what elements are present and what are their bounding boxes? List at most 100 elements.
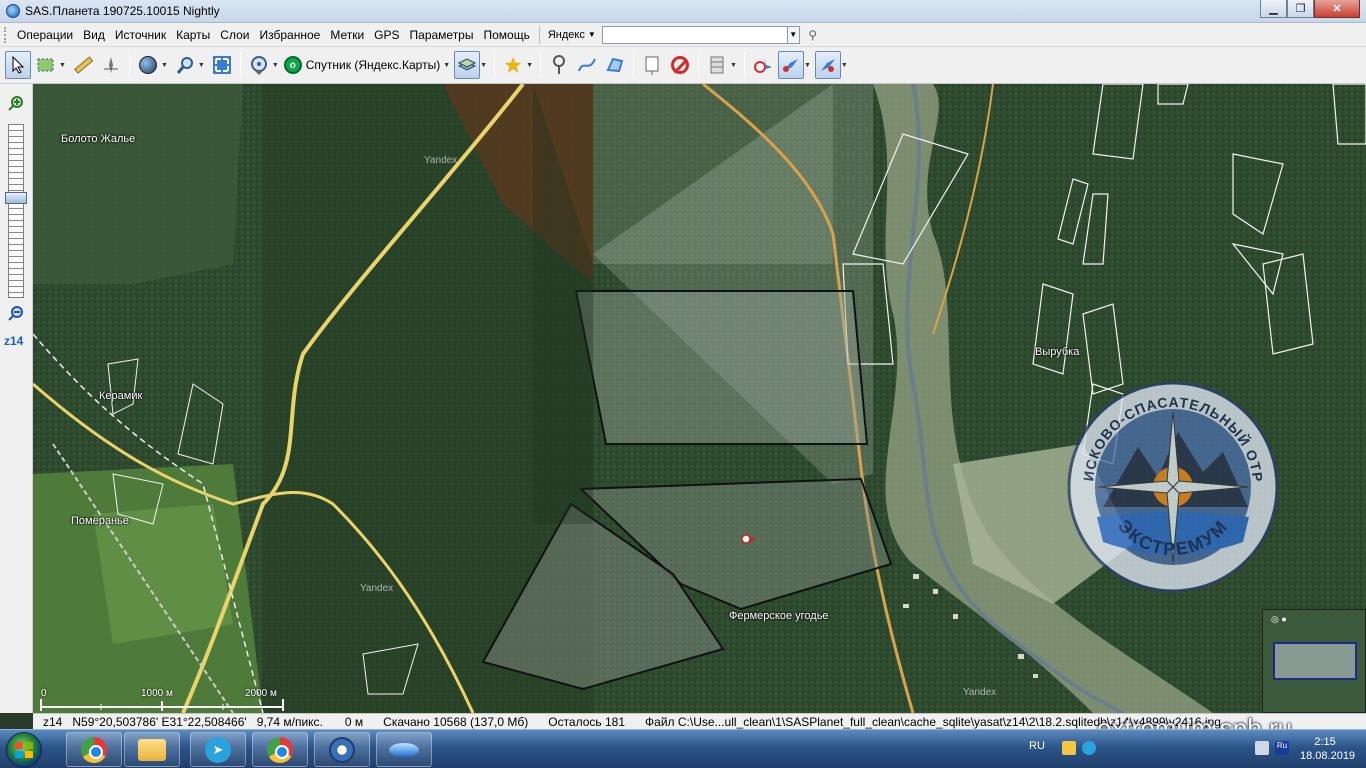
sasplanet-icon <box>329 736 355 763</box>
menu-operations[interactable]: Операции <box>12 24 78 46</box>
search-engine-select[interactable]: Яндекс ▼ <box>544 29 600 41</box>
toolbar-separator <box>239 52 241 78</box>
fullscreen-icon <box>212 56 231 74</box>
globe-button[interactable] <box>135 51 161 79</box>
fullscreen-button[interactable] <box>209 51 235 79</box>
map-type-label: Спутник (Яндекс.Карты) <box>305 58 441 72</box>
map-label-pomeranye: Померанье <box>71 515 129 527</box>
menu-favorites[interactable]: Избранное <box>254 24 325 46</box>
toolbar: ▼ ▼ ▼ ▼ o Спутник (Яндекс.Карты) ▼ ▼ ★ ▼ <box>0 47 1366 84</box>
toolbar-separator <box>698 52 700 78</box>
language-indicator[interactable]: RU <box>1029 740 1045 752</box>
ruler-icon <box>74 56 93 74</box>
grid-dropdown[interactable]: ▼ <box>730 62 737 69</box>
ruler-button[interactable] <box>70 51 96 79</box>
minimap-icons: ◎ ● <box>1271 614 1287 624</box>
satellite-layer-button[interactable] <box>777 51 804 79</box>
minimap[interactable]: ◎ ● <box>1262 609 1366 713</box>
search-input[interactable] <box>601 25 788 44</box>
minimize-button[interactable]: ▁ <box>1260 0 1287 18</box>
path-icon <box>578 58 596 72</box>
map-type-selector[interactable]: o Спутник (Яндекс.Карты) ▼ <box>283 56 453 74</box>
system-clock[interactable]: 2:15 18.08.2019 <box>1300 735 1356 763</box>
zoom-slider-track[interactable] <box>8 124 24 298</box>
sun-moon-button[interactable] <box>750 51 776 79</box>
zoom-out-button[interactable] <box>7 304 25 322</box>
no-entry-icon <box>671 56 690 74</box>
start-button[interactable] <box>6 732 42 768</box>
gps-dropdown[interactable]: ▼ <box>272 62 279 69</box>
window-controls: ▁ ❐ ✕ <box>1260 0 1360 18</box>
select-area-button[interactable] <box>33 51 59 79</box>
layers-button[interactable] <box>454 51 481 79</box>
zoom-tool-button[interactable] <box>172 51 198 79</box>
grid-button[interactable] <box>704 51 730 79</box>
placemark-list-button[interactable] <box>639 51 665 79</box>
layers-dropdown[interactable]: ▼ <box>480 62 487 69</box>
close-button[interactable]: ✕ <box>1314 0 1360 18</box>
minimap-viewport-frame[interactable] <box>1273 642 1357 680</box>
globe-dropdown[interactable]: ▼ <box>161 62 168 69</box>
satellite-layer-dropdown[interactable]: ▼ <box>804 62 811 69</box>
select-area-dropdown[interactable]: ▼ <box>59 62 66 69</box>
zoom-slider-thumb[interactable] <box>5 192 27 205</box>
placemarks-icon <box>645 56 659 75</box>
status-remaining: Осталось 181 <box>548 714 626 729</box>
tray-notification-icon[interactable] <box>1062 741 1076 755</box>
scale-label-zero: 0 <box>41 688 47 699</box>
taskbar-telegram[interactable]: ➤ <box>190 732 246 767</box>
search-area-polygon[interactable] <box>574 290 869 445</box>
taskbar-sasplanet[interactable] <box>314 732 370 767</box>
satellite-icon <box>782 59 798 72</box>
hide-placemarks-button[interactable] <box>667 51 693 79</box>
pin-icon <box>553 55 566 74</box>
menu-grip[interactable] <box>4 26 8 43</box>
gps-track-button[interactable] <box>814 51 841 79</box>
map-label-vyrubka: Вырубка <box>1035 346 1080 358</box>
add-placemark-button[interactable] <box>546 51 572 79</box>
taskbar-app[interactable] <box>376 732 432 767</box>
zoom-in-button[interactable] <box>7 94 25 112</box>
clock-date: 18.08.2019 <box>1300 750 1356 762</box>
taskbar-chrome-1[interactable] <box>66 732 122 767</box>
menu-settings[interactable]: Параметры <box>405 24 479 46</box>
favorites-dropdown[interactable]: ▼ <box>526 62 533 69</box>
zoom-level-label: z14 <box>4 334 24 348</box>
tray-keyboard-icon[interactable]: Ru <box>1275 741 1289 755</box>
grid-icon <box>710 56 724 74</box>
favorites-button[interactable]: ★ <box>500 51 526 79</box>
pointer-tool-button[interactable] <box>5 51 31 79</box>
yandex-watermark: Yandex <box>963 687 997 698</box>
compass-button[interactable] <box>98 51 124 79</box>
window-title: SAS.Планета 190725.10015 Nightly <box>25 4 220 18</box>
gps-button[interactable] <box>246 51 272 79</box>
menu-maps[interactable]: Карты <box>171 24 215 46</box>
map-type-dropdown[interactable]: ▼ <box>443 62 450 69</box>
zoom-panel: z14 <box>0 84 33 713</box>
rescue-team-emblem: ПОИСКОВО-СПАСАТЕЛЬНЫЙ ОТРЯД ЭКСТРЕМУМ <box>1063 377 1279 593</box>
menu-marks[interactable]: Метки <box>325 24 369 46</box>
wetland-area <box>33 84 243 284</box>
zoom-tool-dropdown[interactable]: ▼ <box>198 62 205 69</box>
windows-logo-icon <box>15 742 33 758</box>
tray-telegram-icon[interactable] <box>1082 741 1096 755</box>
menu-layers[interactable]: Слои <box>215 24 254 46</box>
search-history-dropdown[interactable]: ▼ <box>787 25 800 44</box>
search-engine-label: Яндекс <box>547 28 585 41</box>
add-path-button[interactable] <box>574 51 600 79</box>
taskbar-chrome-2[interactable] <box>252 732 308 767</box>
menu-view[interactable]: Вид <box>78 24 110 46</box>
gps-track-dropdown[interactable]: ▼ <box>841 62 848 69</box>
zoom-in-icon <box>8 96 23 111</box>
folder-icon <box>138 738 166 761</box>
add-polygon-button[interactable] <box>602 51 628 79</box>
menu-source[interactable]: Источник <box>110 24 171 46</box>
toolbar-separator <box>633 52 635 78</box>
menu-gps[interactable]: GPS <box>369 24 404 46</box>
maximize-button[interactable]: ❐ <box>1287 0 1314 18</box>
search-icon[interactable]: ⚲ <box>804 26 822 44</box>
menu-help[interactable]: Помощь <box>478 24 534 46</box>
taskbar-explorer[interactable] <box>124 732 180 767</box>
magnifier-icon <box>176 57 193 74</box>
tray-network-icon[interactable] <box>1255 741 1269 755</box>
